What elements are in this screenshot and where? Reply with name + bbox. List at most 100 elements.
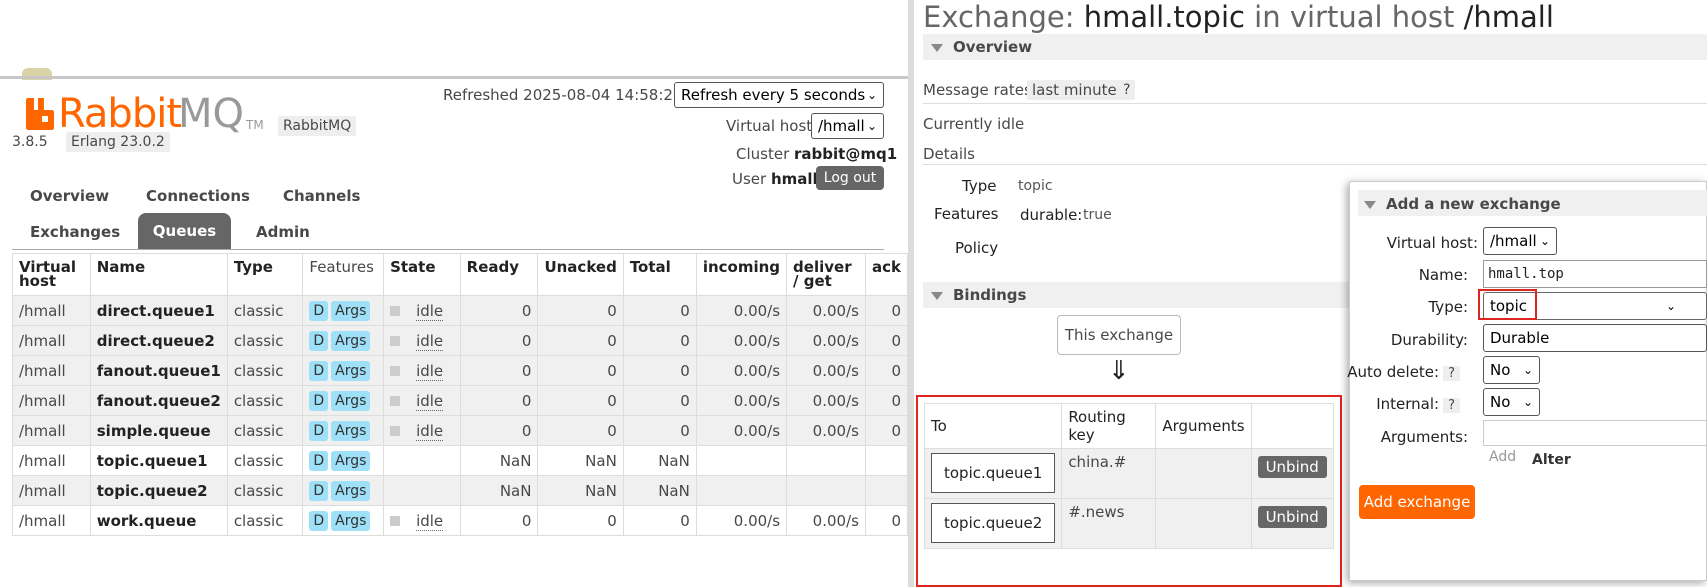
chevron-down-icon: ⌄ bbox=[866, 119, 877, 133]
col-total[interactable]: Total bbox=[622, 253, 697, 296]
queue-deliver-rate: 0.00/s bbox=[786, 415, 866, 446]
queue-total: 0 bbox=[622, 385, 697, 416]
queue-features: D Args bbox=[302, 445, 385, 476]
overview-section-header[interactable] bbox=[923, 34, 1707, 60]
queue-name-link[interactable]: direct.queue2 bbox=[89, 325, 228, 356]
queue-state: idle bbox=[383, 505, 461, 536]
queue-name-link[interactable]: topic.queue2 bbox=[89, 475, 228, 506]
queue-ack-rate: 0 bbox=[864, 295, 908, 326]
window-top-area bbox=[0, 0, 908, 76]
col-unacked[interactable]: Unacked bbox=[537, 253, 624, 296]
queue-ack-rate bbox=[864, 445, 908, 476]
add-exchange-button[interactable]: Add exchange bbox=[1359, 485, 1475, 519]
logo-trademark: TM bbox=[246, 118, 264, 132]
tab-overview[interactable]: Overview bbox=[30, 187, 109, 205]
col-name[interactable]: Name bbox=[89, 253, 228, 296]
queue-row: /hmall topic.queue1 classic D Args NaN NaN NaN bbox=[12, 445, 908, 476]
queue-state: idle bbox=[383, 385, 461, 416]
add-exchange-heading[interactable]: Add a new exchange bbox=[1364, 195, 1561, 213]
add-argument-link[interactable]: Add bbox=[1489, 449, 1516, 465]
args-badge: Args bbox=[331, 420, 371, 441]
unbind-button[interactable]: Unbind bbox=[1257, 456, 1327, 478]
title-exchange-name: hmall.topic bbox=[1083, 0, 1245, 34]
binding-col-arguments: Arguments bbox=[1155, 403, 1252, 449]
detail-features-key: durable: bbox=[1020, 206, 1083, 224]
queue-vhost: /hmall bbox=[12, 295, 91, 326]
col-state[interactable]: State bbox=[383, 253, 461, 296]
queue-name-link[interactable]: direct.queue1 bbox=[89, 295, 228, 326]
args-badge: Args bbox=[331, 510, 371, 531]
queue-total: NaN bbox=[622, 445, 697, 476]
tab-connections[interactable]: Connections bbox=[146, 187, 250, 205]
queue-vhost: /hmall bbox=[12, 415, 91, 446]
binding-destination-link[interactable]: topic.queue1 bbox=[931, 453, 1056, 493]
queue-type: classic bbox=[226, 295, 304, 326]
queue-features: D Args bbox=[302, 325, 385, 356]
tab-exchanges[interactable]: Exchanges bbox=[30, 223, 120, 241]
args-badge: Args bbox=[331, 480, 371, 501]
help-icon[interactable]: ? bbox=[1443, 398, 1460, 413]
binding-destination-link[interactable]: topic.queue2 bbox=[931, 503, 1056, 543]
tab-queues[interactable]: Queues bbox=[138, 213, 231, 250]
queue-incoming-rate: 0.00/s bbox=[695, 385, 788, 416]
queue-name-link[interactable]: fanout.queue2 bbox=[89, 385, 228, 416]
title-prefix: Exchange: bbox=[923, 0, 1084, 34]
user-value: hmall bbox=[770, 170, 818, 188]
help-icon[interactable]: ? bbox=[1443, 366, 1460, 381]
last-minute-toggle[interactable]: last minute bbox=[1027, 80, 1122, 100]
queue-ready: 0 bbox=[459, 385, 539, 416]
queue-name-link[interactable]: simple.queue bbox=[89, 415, 228, 446]
durable-badge: D bbox=[309, 300, 329, 321]
queue-state-label: idle bbox=[416, 301, 444, 321]
vhost-select[interactable]: /hmall ⌄ bbox=[811, 113, 884, 139]
alternate-exchange-link[interactable]: Alter bbox=[1532, 452, 1571, 468]
col-virtual-host[interactable]: Virtual host bbox=[12, 253, 91, 296]
refresh-interval-select[interactable]: Refresh every 5 seconds ⌄ bbox=[674, 82, 884, 108]
col-deliver-get[interactable]: deliver / get bbox=[786, 253, 866, 296]
tab-admin[interactable]: Admin bbox=[256, 223, 310, 241]
name-field-input[interactable]: hmall.top bbox=[1483, 260, 1707, 288]
args-badge: Args bbox=[331, 330, 371, 351]
state-indicator-icon bbox=[390, 516, 401, 526]
queue-name-link[interactable]: fanout.queue1 bbox=[89, 355, 228, 386]
col-type[interactable]: Type bbox=[226, 253, 304, 296]
internal-field-value: No bbox=[1490, 393, 1511, 411]
queue-unacked: 0 bbox=[537, 415, 624, 446]
detail-type-value: topic bbox=[1018, 178, 1053, 194]
autodelete-field-label: Auto delete:? bbox=[1347, 363, 1460, 381]
args-badge: Args bbox=[331, 450, 371, 471]
internal-field-select[interactable]: No ⌄ bbox=[1483, 388, 1540, 416]
collapse-triangle-icon bbox=[1364, 201, 1376, 209]
col-ack[interactable]: ack bbox=[864, 253, 908, 296]
currently-idle-text: Currently idle bbox=[923, 115, 1025, 133]
message-rates-label: Message rates bbox=[923, 81, 1032, 99]
this-exchange-box: This exchange bbox=[1057, 315, 1181, 355]
queue-features: D Args bbox=[302, 355, 385, 386]
col-ready[interactable]: Ready bbox=[459, 253, 539, 296]
autodelete-field-select[interactable]: No ⌄ bbox=[1483, 356, 1540, 384]
bindings-heading[interactable]: Bindings bbox=[931, 286, 1026, 304]
state-indicator-icon bbox=[390, 366, 401, 376]
arguments-key-input[interactable] bbox=[1483, 420, 1707, 446]
queue-incoming-rate: 0.00/s bbox=[695, 325, 788, 356]
binding-row: topic.queue2 #.news Unbind bbox=[923, 498, 1334, 549]
tab-channels[interactable]: Channels bbox=[283, 187, 360, 205]
binding-routing-key: china.# bbox=[1061, 448, 1157, 499]
queue-name-link[interactable]: topic.queue1 bbox=[89, 445, 228, 476]
col-incoming[interactable]: incoming bbox=[695, 253, 788, 296]
logout-button[interactable]: Log out bbox=[816, 166, 884, 190]
tab-underline bbox=[12, 249, 884, 250]
arguments-field-label: Arguments: bbox=[1380, 428, 1468, 446]
help-icon[interactable]: ? bbox=[1118, 80, 1136, 100]
vhost-field-select[interactable]: /hmall ⌄ bbox=[1483, 227, 1557, 255]
queue-name-link[interactable]: work.queue bbox=[89, 505, 228, 536]
unbind-button[interactable]: Unbind bbox=[1257, 506, 1327, 528]
refresh-interval-value: Refresh every 5 seconds bbox=[681, 86, 866, 104]
overview-heading[interactable]: Overview bbox=[931, 38, 1032, 56]
internal-label-text: Internal: bbox=[1376, 395, 1440, 413]
durability-field-select[interactable]: Durable bbox=[1483, 324, 1707, 352]
queue-incoming-rate: 0.00/s bbox=[695, 355, 788, 386]
vhost-label: Virtual host bbox=[726, 117, 813, 135]
queues-table: Virtual host Name Type Features State Re… bbox=[12, 253, 908, 536]
queue-state-label: idle bbox=[416, 511, 444, 531]
